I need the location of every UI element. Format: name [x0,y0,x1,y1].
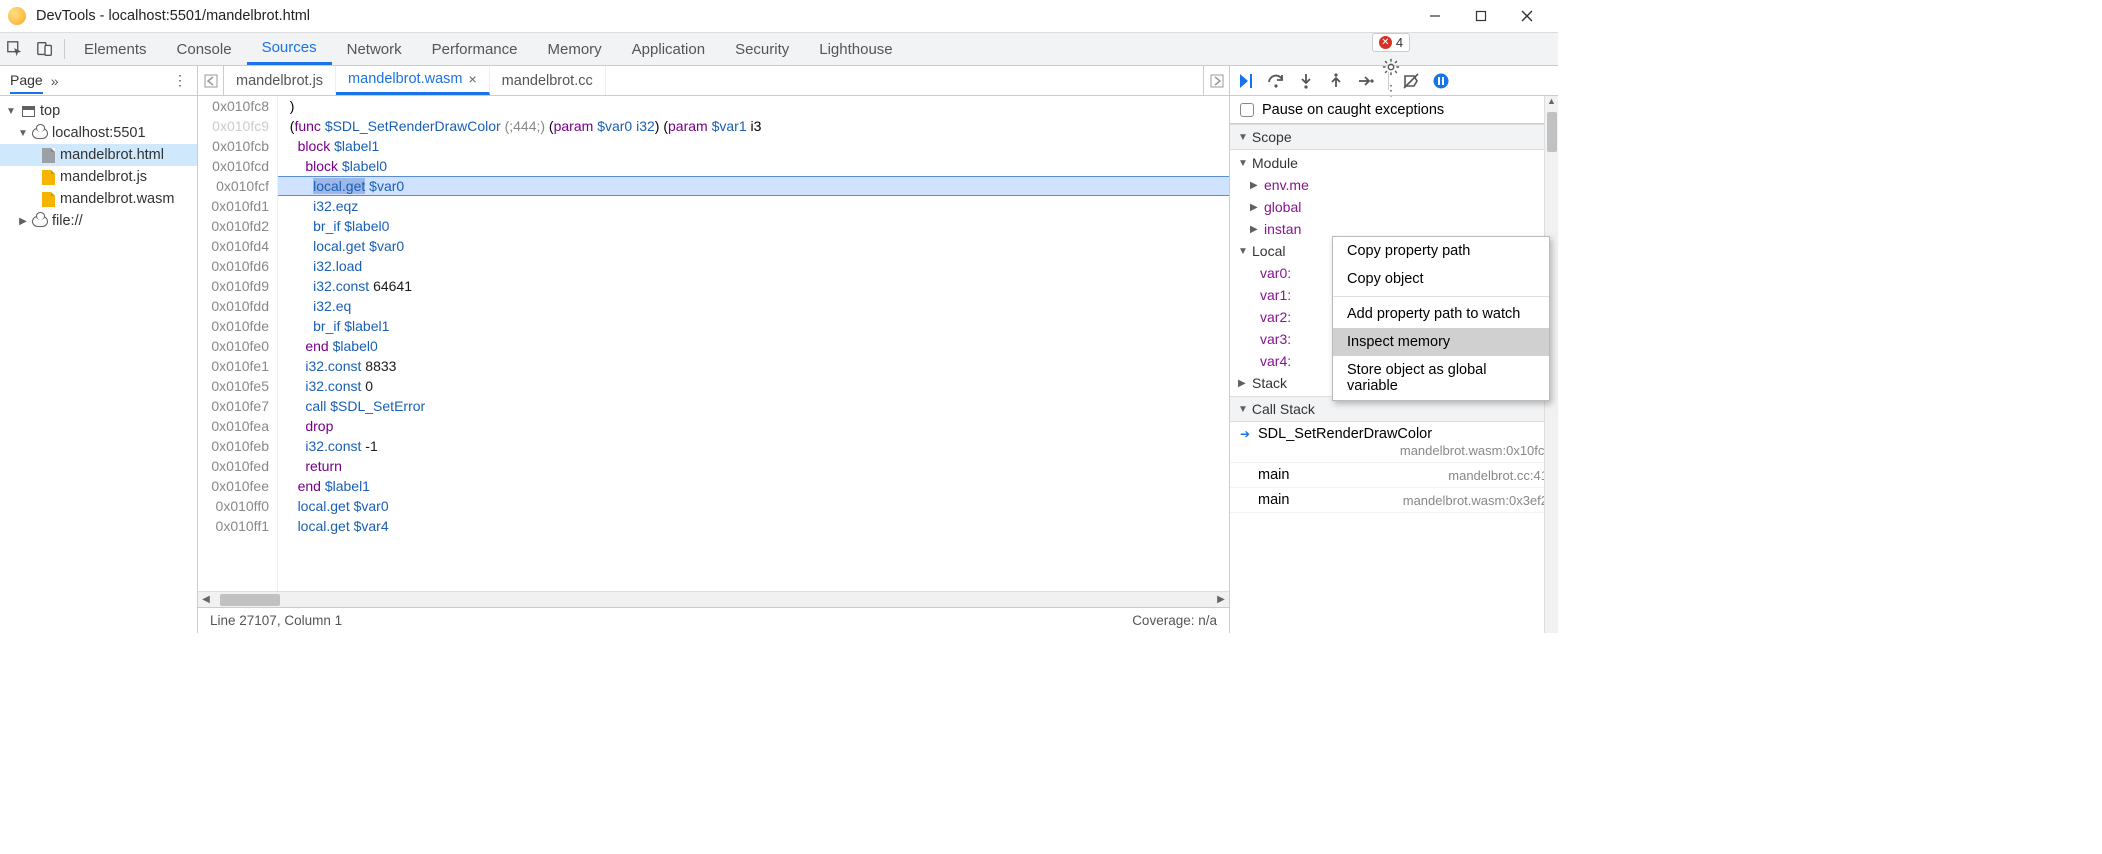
tree-file-js[interactable]: mandelbrot.js [0,166,197,188]
error-count: 4 [1396,35,1403,50]
close-button[interactable] [1504,2,1550,30]
context-menu-item[interactable]: Inspect memory [1333,328,1549,356]
scope-section-header[interactable]: ▼Scope [1230,124,1558,150]
horizontal-scrollbar[interactable]: ◀ ▶ [198,591,1229,607]
file-tab[interactable]: mandelbrot.js [224,66,336,95]
toolbar-separator [1388,72,1389,90]
minimize-button[interactable] [1412,2,1458,30]
history-back-icon[interactable] [198,66,224,95]
maximize-button[interactable] [1458,2,1504,30]
scope-module[interactable]: ▼Module [1230,152,1558,174]
debugger-panel: Pause on caught exceptions ▼Scope ▼Modul… [1230,66,1558,633]
callstack-frame[interactable]: ➔SDL_SetRenderDrawColormandelbrot.wasm:0… [1230,422,1558,463]
current-frame-icon: ➔ [1240,427,1252,441]
scope-module-item[interactable]: ▶env.me… [1230,174,1558,196]
tab-lighthouse[interactable]: Lighthouse [804,33,907,65]
error-icon: ✕ [1379,36,1392,49]
tab-memory[interactable]: Memory [533,33,617,65]
tree-file-wasm[interactable]: mandelbrot.wasm [0,188,197,210]
editor-statusbar: Line 27107, Column 1 Coverage: n/a [198,607,1229,633]
resume-icon[interactable] [1236,71,1256,91]
tab-sources[interactable]: Sources [247,33,332,65]
code-editor[interactable]: 0x010fc80x010fc90x010fcb0x010fcd0x010fcf… [198,96,1229,591]
file-tab[interactable]: mandelbrot.cc [490,66,606,95]
scope-module-item[interactable]: ▶global… [1230,196,1558,218]
frame-icon [22,106,35,117]
devtools-tabs: ElementsConsoleSourcesNetworkPerformance… [69,33,1230,65]
file-icon [42,192,55,207]
context-menu-item[interactable]: Store object as global variable [1333,356,1549,400]
checkbox-unchecked[interactable] [1240,103,1254,117]
cursor-position: Line 27107, Column 1 [210,613,342,628]
tab-security[interactable]: Security [720,33,804,65]
scroll-thumb[interactable] [220,594,280,606]
tree-top[interactable]: ▼top [0,100,197,122]
tab-application[interactable]: Application [617,33,720,65]
cloud-icon [32,216,48,227]
step-out-icon[interactable] [1326,71,1346,91]
step-into-icon[interactable] [1296,71,1316,91]
code-lines[interactable]: ) (func $SDL_SetRenderDrawColor (;444;) … [278,96,1229,591]
navigator-menu-icon[interactable]: ⋮ [173,72,187,89]
close-tab-icon[interactable]: × [468,71,476,87]
inspect-element-icon[interactable] [0,33,30,65]
pause-on-exceptions-row[interactable]: Pause on caught exceptions [1230,96,1558,124]
window-titlebar: DevTools - localhost:5501/mandelbrot.htm… [0,0,1558,33]
step-over-icon[interactable] [1266,71,1286,91]
toolbar-divider [64,39,65,59]
tab-network[interactable]: Network [332,33,417,65]
scroll-thumb[interactable] [1547,112,1557,152]
devtools-tabsbar: ElementsConsoleSourcesNetworkPerformance… [0,33,1558,66]
callstack-body: ➔SDL_SetRenderDrawColormandelbrot.wasm:0… [1230,422,1558,513]
cloud-icon [32,128,48,139]
navigator-panel: Page » ⋮ ▼top ▼localhost:5501 mandelbrot… [0,66,198,633]
tree-file-scheme[interactable]: ▶file:// [0,210,197,232]
context-menu[interactable]: Copy property pathCopy object Add propert… [1332,236,1550,401]
context-menu-item[interactable]: Copy object [1333,265,1549,293]
scroll-up-arrow[interactable]: ▲ [1545,96,1558,110]
coverage-status: Coverage: n/a [1132,613,1217,628]
callstack-frame[interactable]: mainmandelbrot.wasm:0x3ef2 [1230,488,1558,513]
scroll-left-arrow[interactable]: ◀ [198,594,214,605]
context-menu-item[interactable]: Add property path to watch [1333,300,1549,328]
file-tree: ▼top ▼localhost:5501 mandelbrot.html man… [0,96,197,236]
device-toolbar-icon[interactable] [30,33,60,65]
navigator-header: Page » ⋮ [0,66,197,96]
tab-elements[interactable]: Elements [69,33,162,65]
file-icon [42,170,55,185]
deactivate-breakpoints-icon[interactable] [1401,71,1421,91]
tree-host[interactable]: ▼localhost:5501 [0,122,197,144]
tab-console[interactable]: Console [162,33,247,65]
debugger-toolbar [1230,66,1558,96]
context-menu-item[interactable]: Copy property path [1333,237,1549,265]
navigator-more-tabs-icon[interactable]: » [51,73,59,89]
scroll-right-arrow[interactable]: ▶ [1213,594,1229,605]
step-icon[interactable] [1356,71,1376,91]
pause-state-icon[interactable] [1431,71,1451,91]
file-icon [42,148,55,163]
file-tab[interactable]: mandelbrot.wasm× [336,66,490,95]
error-badge[interactable]: ✕4 [1372,33,1410,52]
navigator-tab-page[interactable]: Page [10,72,43,94]
window-title: DevTools - localhost:5501/mandelbrot.htm… [36,8,310,24]
gutter: 0x010fc80x010fc90x010fcb0x010fcd0x010fcf… [198,96,278,591]
pause-label: Pause on caught exceptions [1262,102,1444,118]
callstack-frame[interactable]: mainmandelbrot.cc:41 [1230,463,1558,488]
tab-performance[interactable]: Performance [417,33,533,65]
editor-tabsbar: mandelbrot.jsmandelbrot.wasm×mandelbrot.… [198,66,1229,96]
window-buttons [1412,2,1550,30]
history-fwd-icon[interactable] [1203,66,1229,95]
main-area: Page » ⋮ ▼top ▼localhost:5501 mandelbrot… [0,66,1558,633]
editor-panel: mandelbrot.jsmandelbrot.wasm×mandelbrot.… [198,66,1230,633]
devtools-app-icon [8,7,26,25]
tree-file-html[interactable]: mandelbrot.html [0,144,197,166]
